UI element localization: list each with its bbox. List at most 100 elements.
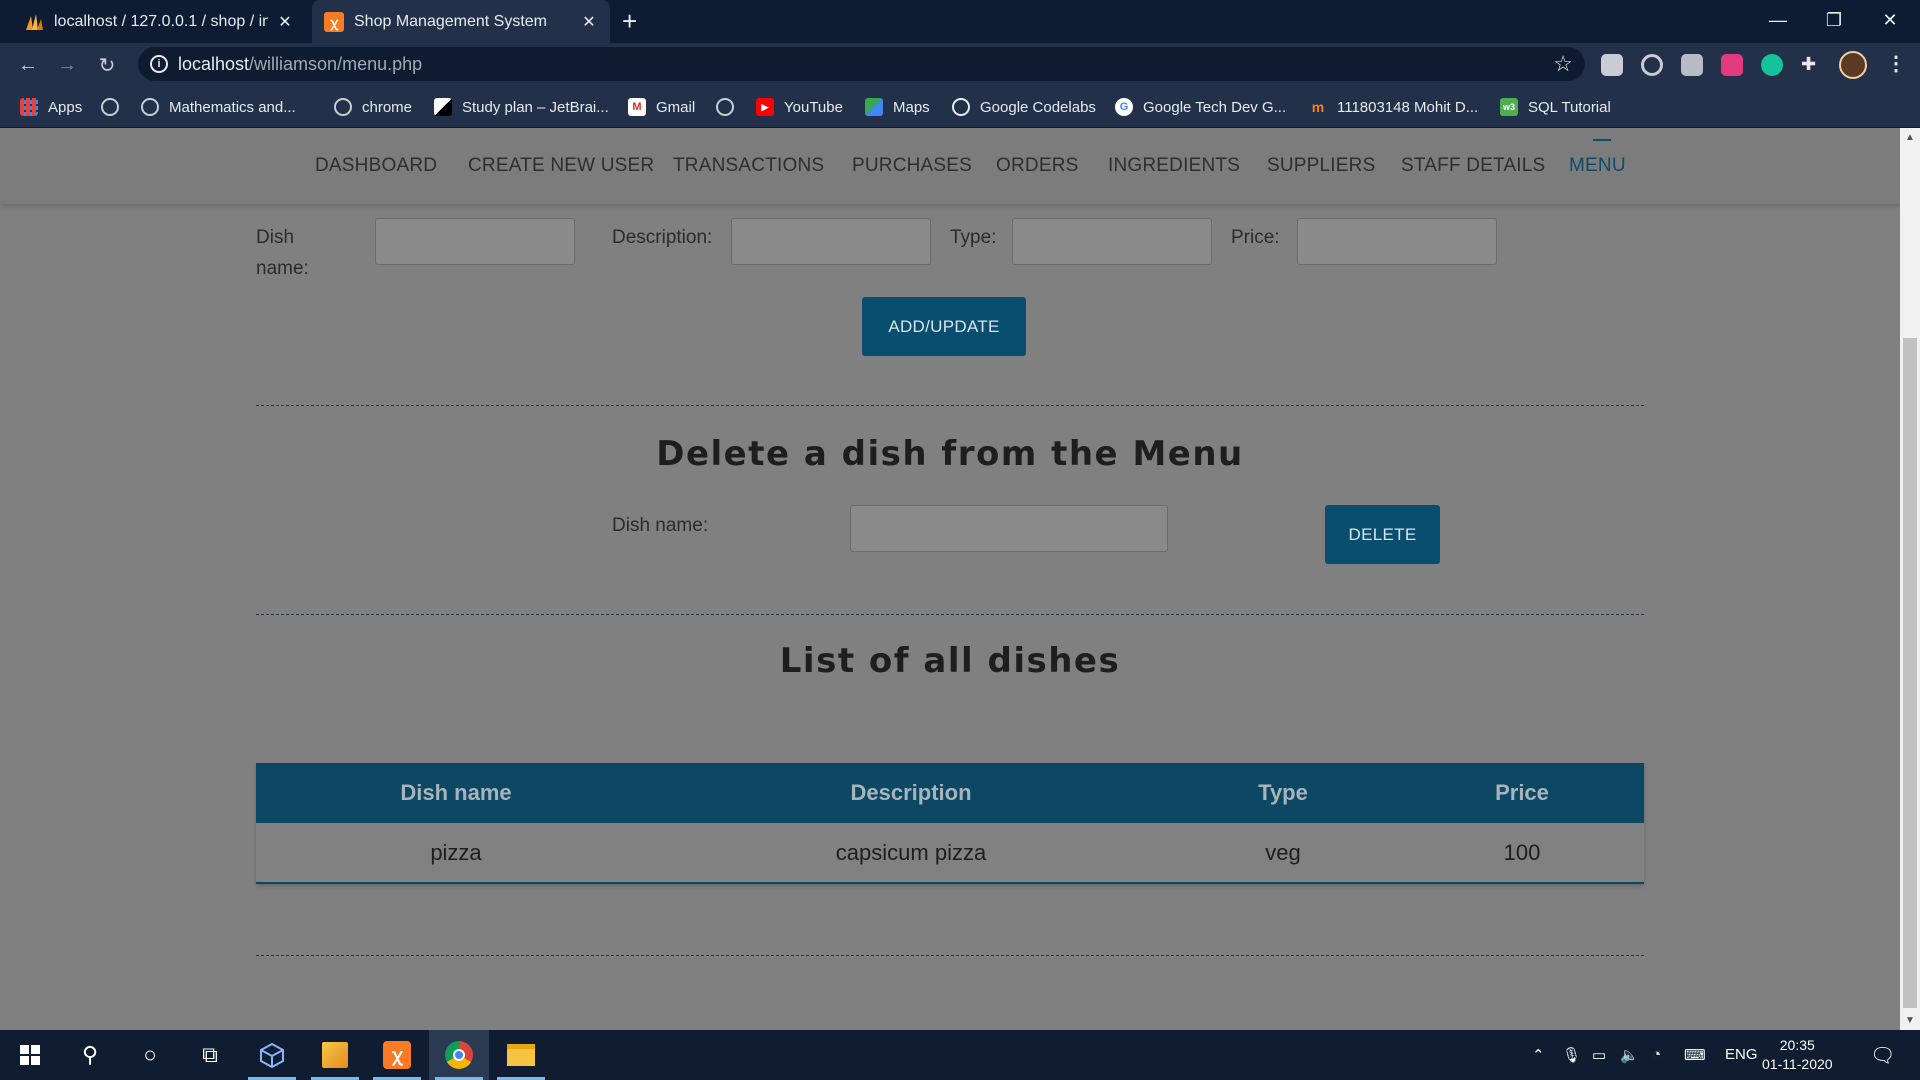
google-icon: G	[1115, 98, 1133, 116]
nav-transactions[interactable]: TRANSACTIONS	[673, 155, 824, 177]
forward-arrow-icon[interactable]: →	[51, 49, 83, 81]
chrome-icon[interactable]	[429, 1030, 489, 1080]
table-header-row: Dish name Description Type Price	[256, 763, 1644, 823]
close-tab-icon[interactable]: ✕	[580, 12, 598, 32]
file-explorer-icon[interactable]	[491, 1030, 551, 1080]
clock-date: 01-11-2020	[1762, 1056, 1833, 1072]
phpmyadmin-icon	[24, 12, 44, 32]
bookmark-globe-2[interactable]	[716, 96, 744, 118]
bookmark-jetbrains[interactable]: Study plan – JetBrai...	[434, 96, 609, 118]
codelabs-icon	[952, 98, 970, 116]
sublime-or-ide-icon[interactable]	[305, 1030, 365, 1080]
table-row: pizza capsicum pizza veg 100	[256, 823, 1644, 884]
page-scrollbar[interactable]: ▲ ▼	[1900, 128, 1920, 1030]
keyboard-icon[interactable]: ⌨	[1684, 1046, 1706, 1064]
dish-name-input[interactable]	[375, 218, 575, 265]
w3schools-icon: w3	[1500, 98, 1518, 116]
back-arrow-icon[interactable]: ←	[12, 49, 44, 81]
bookmark-apps[interactable]: Apps	[20, 96, 82, 118]
search-icon[interactable]: ⚲	[60, 1030, 120, 1080]
scrollbar-thumb[interactable]	[1903, 338, 1917, 1008]
site-info-icon[interactable]: i	[150, 55, 168, 73]
delete-heading: Delete a dish from the Menu	[656, 434, 1244, 474]
cell-type: veg	[1265, 839, 1301, 865]
virtualbox-icon[interactable]	[242, 1030, 302, 1080]
delete-button[interactable]: DELETE	[1325, 505, 1440, 564]
close-tab-icon[interactable]: ✕	[276, 12, 294, 32]
nav-ingredients[interactable]: INGREDIENTS	[1108, 155, 1240, 177]
cortana-icon[interactable]: ○	[120, 1030, 180, 1080]
bookmark-moodle[interactable]: m 111803148 Mohit D...	[1309, 96, 1478, 118]
bookmark-gmail[interactable]: M Gmail	[628, 96, 695, 118]
delete-dish-name-label: Dish name:	[612, 515, 709, 536]
bookmark-star-icon[interactable]: ☆	[1553, 51, 1573, 77]
cell-price: 100	[1503, 839, 1541, 865]
bookmark-mathematics[interactable]: Mathematics and...	[141, 96, 296, 118]
address-bar[interactable]: i localhost/williamson/menu.php ☆	[138, 47, 1585, 81]
description-input[interactable]	[731, 218, 931, 265]
tab-phpmyadmin[interactable]: localhost / 127.0.0.1 / shop / ingr ✕	[12, 0, 306, 43]
grammarly-icon[interactable]	[1761, 54, 1783, 76]
description-label: Description:	[612, 227, 713, 248]
nav-menu[interactable]: MENU	[1569, 139, 1626, 177]
maps-icon	[865, 98, 883, 116]
globe-icon	[334, 98, 352, 116]
column-header-dish-name: Dish name	[400, 780, 512, 805]
camera-extension-icon[interactable]	[1601, 54, 1623, 76]
cell-description: capsicum pizza	[835, 839, 987, 865]
system-clock[interactable]: 20:35 01-11-2020	[1762, 1036, 1833, 1074]
reload-icon[interactable]: ↻	[91, 49, 123, 81]
type-label: Type:	[950, 227, 997, 248]
main-nav: DASHBOARD CREATE NEW USER TRANSACTIONS P…	[0, 128, 1900, 204]
price-input[interactable]	[1297, 218, 1497, 265]
bookmark-sql-tutorial[interactable]: w3 SQL Tutorial	[1500, 96, 1611, 118]
bookmark-youtube[interactable]: ▶ YouTube	[756, 96, 843, 118]
microphone-icon[interactable]: 🎙	[1562, 1046, 1581, 1064]
tab-shop-management[interactable]: ꭓ Shop Management System ✕	[312, 0, 610, 43]
bookmark-maps[interactable]: Maps	[865, 96, 930, 118]
column-header-description: Description	[850, 780, 972, 805]
restore-icon[interactable]: ❐	[1806, 0, 1862, 40]
nav-create-new-user[interactable]: CREATE NEW USER	[468, 155, 654, 177]
bookmarks-bar: Apps Mathematics and... chrome Study pla…	[0, 86, 1920, 128]
scroll-down-arrow-icon[interactable]: ▼	[1905, 1015, 1915, 1026]
windows-start-icon[interactable]	[0, 1030, 60, 1080]
nav-orders[interactable]: ORDERS	[996, 155, 1079, 177]
minimize-icon[interactable]: —	[1750, 0, 1806, 40]
bookmark-google-tech[interactable]: G Google Tech Dev G...	[1115, 96, 1286, 118]
avatar[interactable]	[1839, 51, 1867, 79]
close-window-icon[interactable]: ✕	[1862, 0, 1918, 40]
xampp-taskbar-icon[interactable]: ꭓ	[367, 1030, 427, 1080]
type-input[interactable]	[1012, 218, 1212, 265]
taskbar: ⚲ ○ ⧉ ꭓ ⌃ 🎙 ▭ 🔈 ◔ ⌨ ENG 20:35 01-11-2020…	[0, 1030, 1920, 1080]
delete-dish-name-input[interactable]	[850, 505, 1168, 552]
clock-time: 20:35	[1779, 1037, 1815, 1053]
volume-icon[interactable]: 🔈	[1620, 1046, 1639, 1064]
scroll-up-arrow-icon[interactable]: ▲	[1905, 132, 1915, 143]
nav-purchases[interactable]: PURCHASES	[852, 155, 972, 177]
show-hidden-icons-icon[interactable]: ⌃	[1532, 1046, 1545, 1064]
add-update-button[interactable]: ADD/UPDATE	[862, 297, 1026, 356]
section-divider	[256, 614, 1644, 615]
bookmark-chrome[interactable]: chrome	[334, 96, 412, 118]
gear-extension-icon[interactable]	[1641, 54, 1663, 76]
puzzle-extensions-icon[interactable]: ✚	[1801, 54, 1823, 76]
extension-icon[interactable]	[1681, 54, 1703, 76]
nav-staff-details[interactable]: STAFF DETAILS	[1401, 155, 1545, 177]
battery-icon[interactable]: ▭	[1592, 1046, 1606, 1064]
nav-dashboard[interactable]: DASHBOARD	[315, 155, 437, 177]
instagram-extension-icon[interactable]	[1721, 54, 1743, 76]
dishes-table: Dish name Description Type Price pizza c…	[256, 763, 1644, 884]
bookmark-codelabs[interactable]: Google Codelabs	[952, 96, 1096, 118]
notifications-icon[interactable]: 🗨	[1870, 1043, 1895, 1068]
more-menu-icon[interactable]: ⋮	[1886, 51, 1906, 76]
nav-suppliers[interactable]: SUPPLIERS	[1267, 155, 1375, 177]
language-indicator[interactable]: ENG	[1725, 1046, 1758, 1063]
column-header-price: Price	[1495, 780, 1549, 805]
wifi-icon[interactable]: ◔	[1652, 1046, 1661, 1063]
xampp-icon: ꭓ	[324, 11, 344, 32]
bookmark-globe[interactable]	[101, 96, 129, 118]
new-tab-plus-icon[interactable]: +	[622, 7, 637, 35]
task-view-icon[interactable]: ⧉	[180, 1030, 240, 1080]
apps-grid-icon	[20, 98, 38, 116]
